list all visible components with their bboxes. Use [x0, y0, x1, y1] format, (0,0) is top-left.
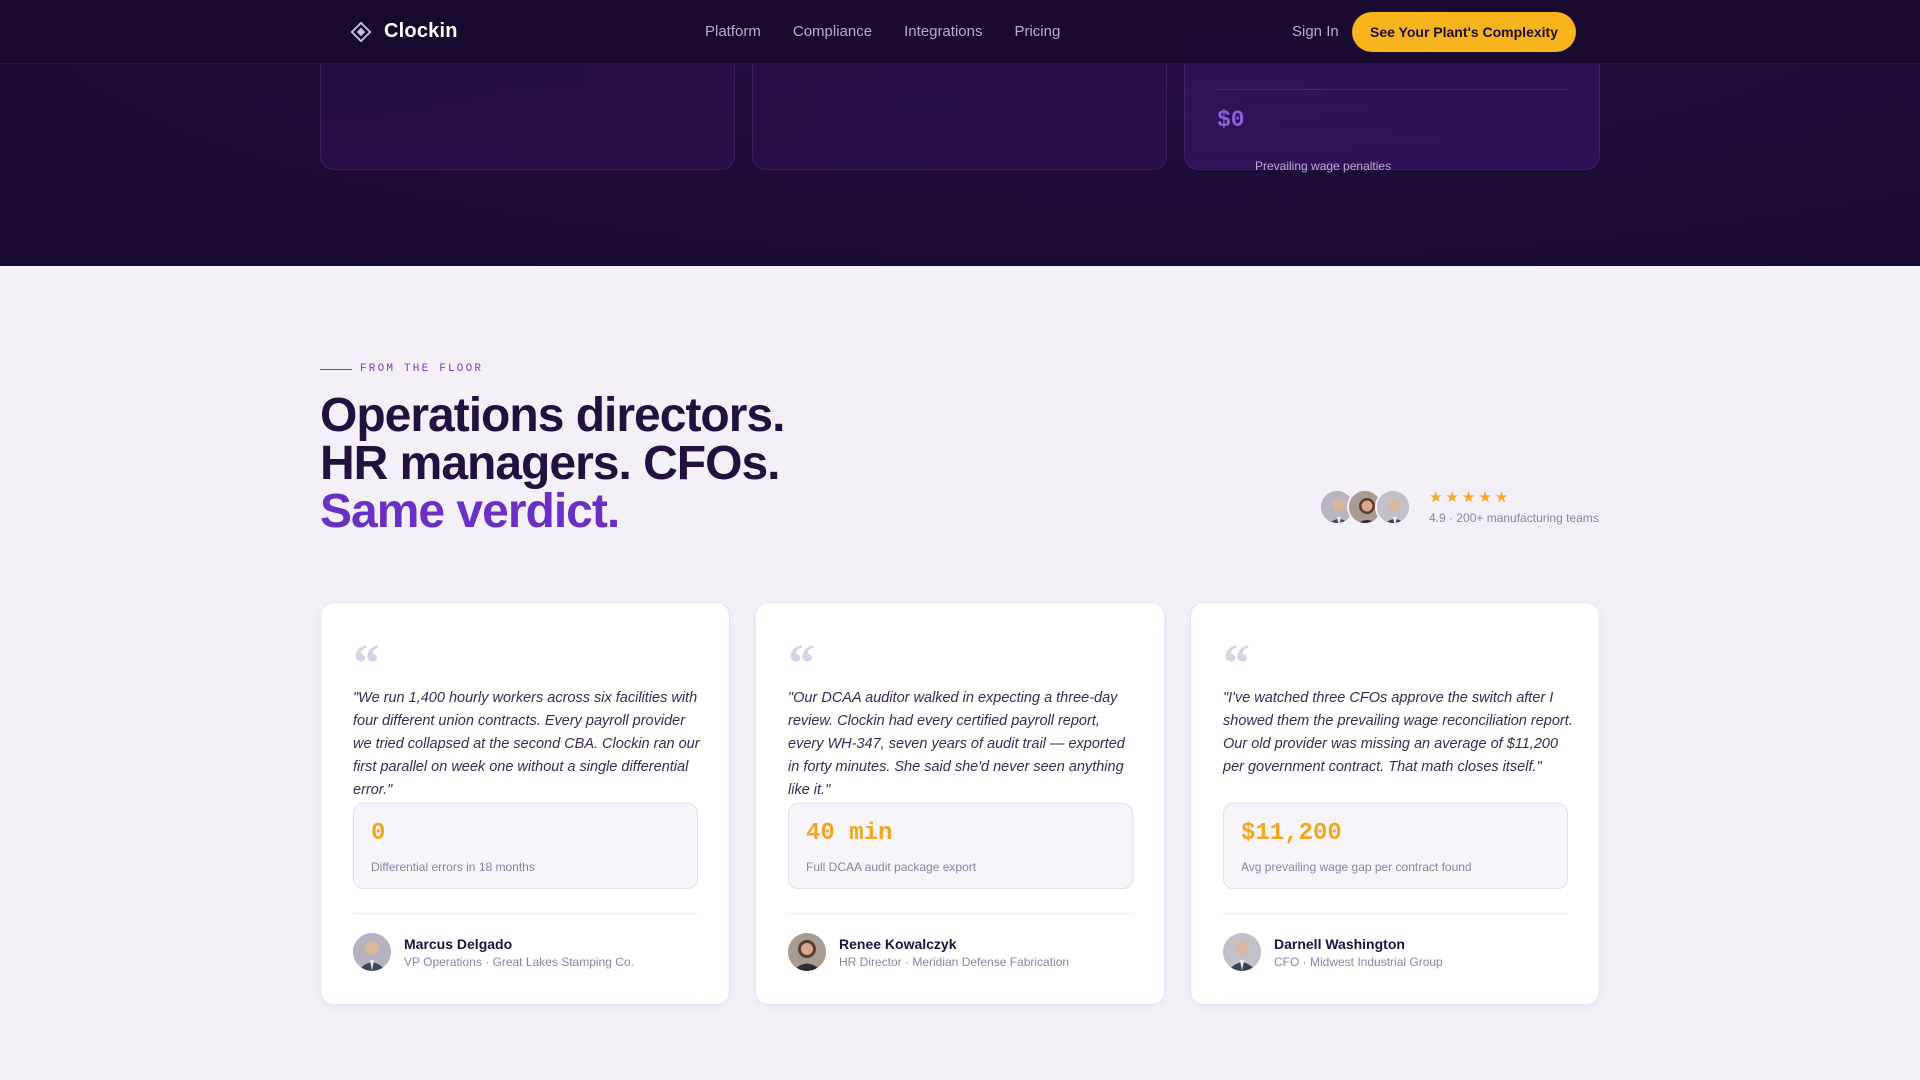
- rating-text: 4.9 · 200+ manufacturing teams: [1429, 511, 1599, 525]
- hero-card-divider: [1217, 89, 1567, 90]
- card-divider: [353, 913, 698, 914]
- rating-info: ★★★★★ 4.9 · 200+ manufacturing teams: [1429, 488, 1599, 525]
- metric-value: 0: [371, 820, 386, 847]
- author-name: Renee Kowalczyk: [839, 935, 957, 952]
- author-name: Darnell Washington: [1274, 935, 1405, 952]
- brand-logo[interactable]: Clockin: [350, 20, 458, 43]
- headline-line-1: Operations directors.: [320, 389, 785, 442]
- author-name: Marcus Delgado: [404, 935, 513, 952]
- card-divider: [788, 913, 1133, 914]
- logo-diamond-icon: [350, 21, 372, 43]
- metric-label: Full DCAA audit package export: [806, 860, 977, 874]
- metric-label: Avg prevailing wage gap per contract fou…: [1241, 860, 1472, 874]
- metric-box: 0 Differential errors in 18 months: [353, 803, 698, 889]
- nav-links: Platform Compliance Integrations Pricing: [705, 23, 1060, 40]
- nav-link-platform[interactable]: Platform: [705, 23, 761, 40]
- penalty-label: Prevailing wage penalties: [1255, 159, 1392, 173]
- metric-box: $11,200 Avg prevailing wage gap per cont…: [1223, 803, 1568, 889]
- avatar: [1223, 933, 1261, 971]
- testimonial-quote: "Our DCAA auditor walked in expecting a …: [788, 690, 1125, 798]
- headline-line-2: HR managers. CFOs.: [320, 437, 780, 490]
- avatar: [788, 933, 826, 971]
- nav-link-compliance[interactable]: Compliance: [793, 23, 872, 40]
- metric-label: Differential errors in 18 months: [371, 860, 535, 874]
- headline-accent: Same verdict.: [320, 485, 620, 538]
- author-role: HR Director · Meridian Defense Fabricati…: [839, 954, 1070, 969]
- avatar-stack: [1319, 488, 1411, 525]
- testimonial-card: “ "Our DCAA auditor walked in expecting …: [755, 602, 1165, 1005]
- quote-mark-icon: “: [1223, 633, 1250, 693]
- rating-summary: ★★★★★ 4.9 · 200+ manufacturing teams: [1319, 488, 1599, 525]
- brand-name: Clockin: [384, 20, 458, 42]
- metric-box: 40 min Full DCAA audit package export: [788, 803, 1133, 889]
- sign-in-link[interactable]: Sign In: [1292, 23, 1339, 40]
- author-role: CFO · Midwest Industrial Group: [1274, 954, 1443, 969]
- avatar: [353, 933, 391, 971]
- penalty-value: $0: [1217, 107, 1245, 133]
- avatar: [1375, 488, 1411, 525]
- card-divider: [1223, 913, 1568, 914]
- testimonial-quote: "I've watched three CFOs approve the swi…: [1223, 690, 1573, 775]
- section-eyebrow: FROM THE FLOOR: [320, 363, 483, 375]
- nav-link-integrations[interactable]: Integrations: [904, 23, 982, 40]
- testimonial-author: Darnell Washington CFO · Midwest Industr…: [1223, 933, 1443, 971]
- author-role: VP Operations · Great Lakes Stamping Co.: [404, 954, 634, 969]
- section-headline: Operations directors. HR managers. CFOs.…: [320, 389, 785, 538]
- nav-link-pricing[interactable]: Pricing: [1014, 23, 1060, 40]
- metric-value: 40 min: [806, 820, 893, 847]
- testimonial-quote: "We run 1,400 hourly workers across six …: [353, 690, 700, 798]
- top-nav: Clockin Platform Compliance Integrations…: [0, 0, 1920, 64]
- metric-value: $11,200: [1241, 820, 1342, 847]
- cta-button[interactable]: See Your Plant's Complexity: [1352, 12, 1576, 52]
- testimonial-card: “ "We run 1,400 hourly workers across si…: [320, 602, 730, 1005]
- testimonial-card: “ "I've watched three CFOs approve the s…: [1190, 602, 1600, 1005]
- testimonial-author: Renee Kowalczyk HR Director · Meridian D…: [788, 933, 1069, 971]
- eyebrow-line: [320, 368, 352, 370]
- eyebrow-text: FROM THE FLOOR: [360, 363, 484, 375]
- quote-mark-icon: “: [788, 633, 815, 693]
- star-rating-icon: ★★★★★: [1429, 489, 1512, 506]
- quote-mark-icon: “: [353, 633, 380, 693]
- testimonial-author: Marcus Delgado VP Operations · Great Lak…: [353, 933, 634, 971]
